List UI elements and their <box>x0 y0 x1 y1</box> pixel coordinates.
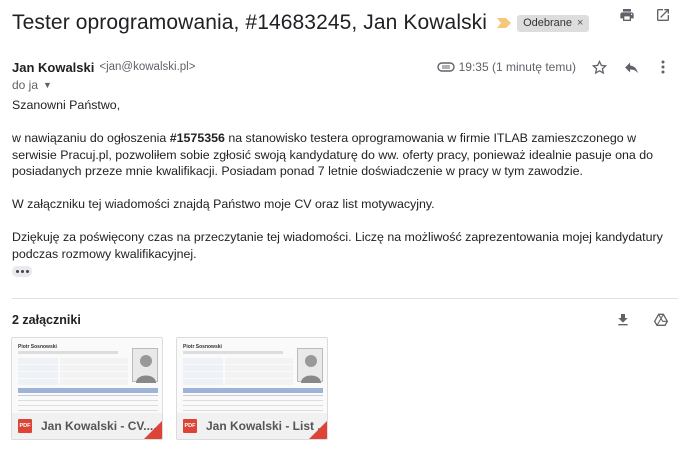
recipient-dropdown[interactable]: do ja ▼ <box>12 78 52 92</box>
download-icon[interactable] <box>614 311 632 329</box>
photo-portrait-icon <box>132 348 158 383</box>
paragraph-1: w nawiązaniu do ogłoszenia #1575356 na s… <box>12 131 653 178</box>
fold-corner-icon <box>144 421 162 439</box>
top-actions <box>618 6 672 24</box>
caret-down-icon: ▼ <box>43 80 52 90</box>
print-icon[interactable] <box>618 6 636 24</box>
attachments-header: 2 załączniki <box>12 311 678 329</box>
star-icon[interactable] <box>590 58 608 76</box>
reply-icon[interactable] <box>622 58 640 76</box>
attachments-actions <box>614 311 670 329</box>
show-trimmed-content-button[interactable] <box>12 266 32 277</box>
attachment-card[interactable]: Piotr Sosnowski PDF Jan Kowalski - CV...… <box>11 337 163 440</box>
attachment-preview: Piotr Sosnowski <box>12 338 162 413</box>
attachment-footer: PDF Jan Kowalski - CV.... <box>12 413 162 439</box>
message-meta: 19:35 (1 minutę temu) <box>436 58 672 76</box>
recipient-label: do ja <box>12 78 39 92</box>
fold-corner-icon <box>309 421 327 439</box>
photo-portrait-icon <box>297 348 323 383</box>
label-chip-text: Odebrane <box>523 17 572 29</box>
label-chip-inbox[interactable]: Odebrane × <box>517 14 590 32</box>
sender-email: <jan@kowalski.pl> <box>99 61 196 73</box>
attachment-footer: PDF Jan Kowalski - List ... <box>177 413 327 439</box>
label-remove-button[interactable]: × <box>577 17 583 29</box>
save-to-drive-icon[interactable] <box>652 311 670 329</box>
preview-doc-title: Piotr Sosnowski <box>18 344 57 350</box>
attachment-name: Jan Kowalski - CV.... <box>41 419 157 433</box>
paragraph-2: W załączniku tej wiadomości znajdą Państ… <box>12 197 435 211</box>
importance-marker-icon[interactable] <box>497 18 512 28</box>
preview-doc-title: Piotr Sosnowski <box>183 344 222 350</box>
sender-name[interactable]: Jan Kowalski <box>12 60 94 75</box>
paragraph-3: Dziękuję za poświęcony czas na przeczyta… <box>12 230 663 261</box>
attachment-card[interactable]: Piotr Sosnowski PDF Jan Kowalski - List … <box>176 337 328 440</box>
badge-icon[interactable] <box>436 58 455 76</box>
subject-row: Tester oprogramowania, #14683245, Jan Ko… <box>12 8 682 38</box>
more-vert-icon[interactable] <box>654 58 672 76</box>
offer-number: #1575356 <box>169 131 225 145</box>
pdf-icon: PDF <box>183 419 197 433</box>
pdf-icon: PDF <box>18 419 32 433</box>
message-timestamp: 19:35 (1 minutę temu) <box>458 60 576 74</box>
attachment-preview: Piotr Sosnowski <box>177 338 327 413</box>
open-in-new-window-icon[interactable] <box>654 6 672 24</box>
greeting: Szanowni Państwo, <box>12 98 121 112</box>
sender-row: Jan Kowalski <jan@kowalski.pl> 19:35 (1 … <box>12 58 680 76</box>
divider <box>12 298 678 299</box>
attachments-title: 2 załączniki <box>12 313 81 327</box>
email-subject: Tester oprogramowania, #14683245, Jan Ko… <box>12 11 488 34</box>
